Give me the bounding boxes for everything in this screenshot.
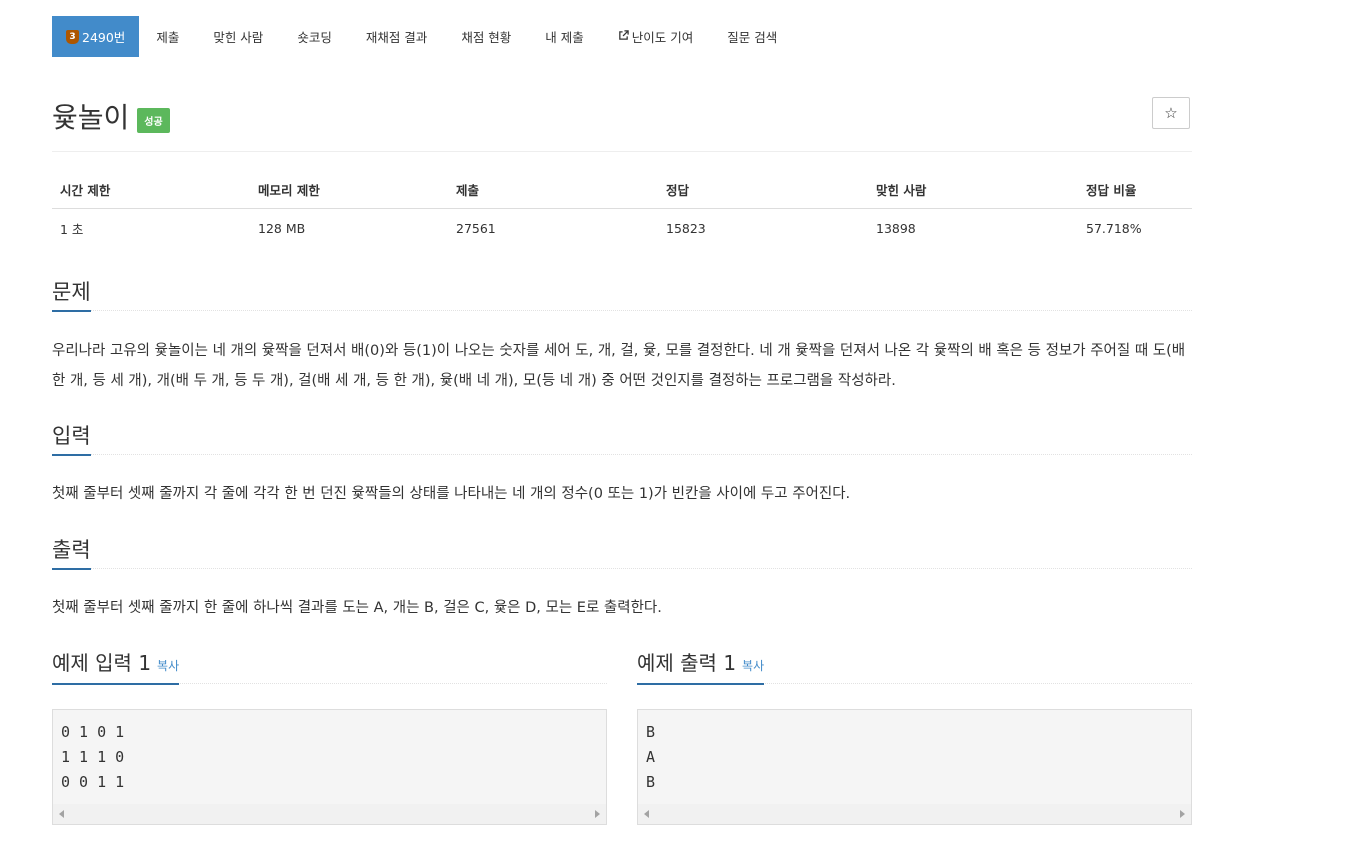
sample-output-content: B A B [646, 723, 656, 791]
tab-submit[interactable]: 제출 [139, 16, 196, 57]
problem-description: 우리나라 고유의 윷놀이는 네 개의 윷짝을 던져서 배(0)와 등(1)이 나… [52, 343, 1186, 389]
copy-sample-input-button[interactable]: 복사 [157, 659, 179, 673]
sample-output-title: 예제 출력 1 복사 [637, 647, 765, 685]
input-description: 첫째 줄부터 셋째 줄까지 각 줄에 각각 한 번 던진 윷짝들의 상태를 나타… [52, 486, 851, 502]
tab-my-submissions[interactable]: 내 제출 [528, 16, 600, 57]
scroll-right-icon[interactable] [1180, 810, 1185, 818]
sample-output-box[interactable]: B A B [637, 709, 1192, 825]
header-submissions: 제출 [448, 172, 658, 209]
value-accepted: 15823 [666, 221, 706, 236]
horizontal-scrollbar[interactable] [53, 804, 606, 824]
sample-input-title: 예제 입력 1 복사 [52, 647, 180, 685]
problem-info-table: 시간 제한 메모리 제한 제출 정답 맞힌 사람 정답 비율 1 초 128 M… [52, 172, 1192, 248]
tab-difficulty-contribution-label: 난이도 기여 [631, 30, 694, 45]
header-accept-ratio: 정답 비율 [1078, 172, 1192, 209]
sample-input-header: 예제 입력 1 복사 [52, 645, 607, 685]
value-time-limit: 1 초 [60, 222, 84, 237]
tier-badge-icon: 3 [66, 29, 79, 44]
header-memory-limit: 메모리 제한 [250, 172, 448, 209]
input-section-title: 입력 [52, 420, 91, 456]
sample-input-content: 0 1 0 1 1 1 1 0 0 0 1 1 [61, 723, 125, 791]
scroll-right-icon[interactable] [595, 810, 600, 818]
problem-section-header: 문제 [52, 272, 1192, 312]
tab-rejudge-results[interactable]: 재채점 결과 [349, 16, 444, 57]
value-accept-ratio: 57.718% [1086, 221, 1142, 236]
value-memory-limit: 128 MB [258, 221, 306, 236]
table-header-row: 시간 제한 메모리 제한 제출 정답 맞힌 사람 정답 비율 [52, 172, 1192, 209]
sample-output-header: 예제 출력 1 복사 [637, 645, 1192, 685]
sample-input-title-text: 예제 입력 1 [52, 651, 152, 675]
tab-judge-status[interactable]: 채점 현황 [444, 16, 528, 57]
header-accepted: 정답 [658, 172, 868, 209]
problem-title-row: 윷놀이 성공 [52, 96, 170, 136]
tab-problem-label: 2490번 [82, 30, 126, 45]
problem-section-title: 문제 [52, 276, 91, 312]
input-section-header: 입력 [52, 416, 1192, 456]
star-icon: ☆ [1164, 104, 1178, 122]
table-row: 1 초 128 MB 27561 15823 13898 57.718% [52, 209, 1192, 249]
output-section-header: 출력 [52, 530, 1192, 570]
favorite-star-button[interactable]: ☆ [1152, 97, 1190, 129]
scroll-left-icon[interactable] [59, 810, 64, 818]
copy-sample-output-button[interactable]: 복사 [742, 659, 764, 673]
header-time-limit: 시간 제한 [52, 172, 250, 209]
status-badge: 성공 [137, 107, 170, 133]
title-divider [52, 151, 1192, 152]
header-solved-users: 맞힌 사람 [868, 172, 1078, 209]
sample-input-box[interactable]: 0 1 0 1 1 1 1 0 0 0 1 1 [52, 709, 607, 825]
problem-title: 윷놀이 [52, 101, 130, 134]
horizontal-scrollbar[interactable] [638, 804, 1191, 824]
output-description: 첫째 줄부터 셋째 줄까지 한 줄에 하나씩 결과를 도는 A, 개는 B, 걸… [52, 600, 662, 616]
external-link-icon [618, 29, 629, 44]
tab-short-coding[interactable]: 숏코딩 [280, 16, 349, 57]
value-submissions: 27561 [456, 221, 496, 236]
value-solved-users: 13898 [876, 221, 916, 236]
problem-tabs: 3 2490번 제출 맞힌 사람 숏코딩 재채점 결과 채점 현황 내 제출 난… [52, 16, 794, 57]
output-section-title: 출력 [52, 534, 91, 570]
tab-difficulty-contribution[interactable]: 난이도 기여 [601, 16, 710, 57]
sample-output-title-text: 예제 출력 1 [637, 651, 737, 675]
tab-question-search[interactable]: 질문 검색 [710, 16, 794, 57]
tab-solved-users[interactable]: 맞힌 사람 [196, 16, 280, 57]
tab-problem[interactable]: 3 2490번 [52, 16, 140, 57]
scroll-left-icon[interactable] [644, 810, 649, 818]
